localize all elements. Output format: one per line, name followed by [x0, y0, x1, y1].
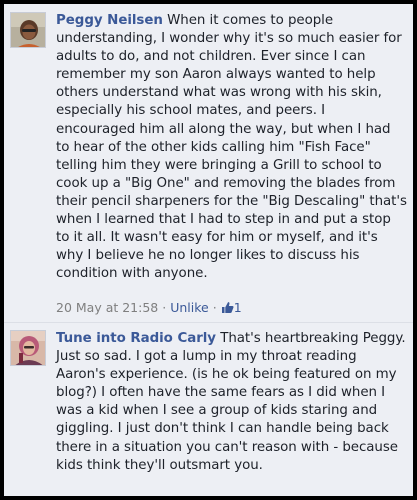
avatar[interactable]: [10, 330, 46, 366]
comment-text: When it comes to people understanding, I…: [56, 13, 407, 282]
like-count-value: 1: [233, 300, 242, 315]
comment-body: Peggy Neilsen When it comes to people un…: [56, 12, 407, 283]
comment-timestamp[interactable]: 20 May at 21:58: [56, 300, 158, 315]
comment-thread: Peggy Neilsen When it comes to people un…: [4, 4, 413, 496]
thumbs-up-icon: [221, 302, 234, 313]
comment-meta: 20 May at 21:58 · Unlike · 1: [56, 300, 242, 315]
meta-separator: ·: [162, 300, 167, 315]
user-avatar-photo-icon: [11, 331, 45, 365]
like-count[interactable]: 1: [221, 300, 242, 315]
comment-body: Tune into Radio Carly That's heartbreaki…: [56, 330, 407, 475]
comment-item: Tune into Radio Carly That's heartbreaki…: [4, 322, 413, 496]
unlike-link[interactable]: Unlike: [170, 300, 209, 315]
comment-item: Peggy Neilsen When it comes to people un…: [4, 4, 413, 322]
avatar[interactable]: [10, 12, 46, 48]
user-avatar-photo-icon: [11, 13, 45, 47]
comment-author[interactable]: Peggy Neilsen: [56, 13, 163, 28]
comment-author[interactable]: Tune into Radio Carly: [56, 331, 216, 346]
meta-separator: ·: [212, 300, 217, 315]
comment-text: That's heartbreaking Peggy. Just so sad.…: [56, 331, 406, 473]
